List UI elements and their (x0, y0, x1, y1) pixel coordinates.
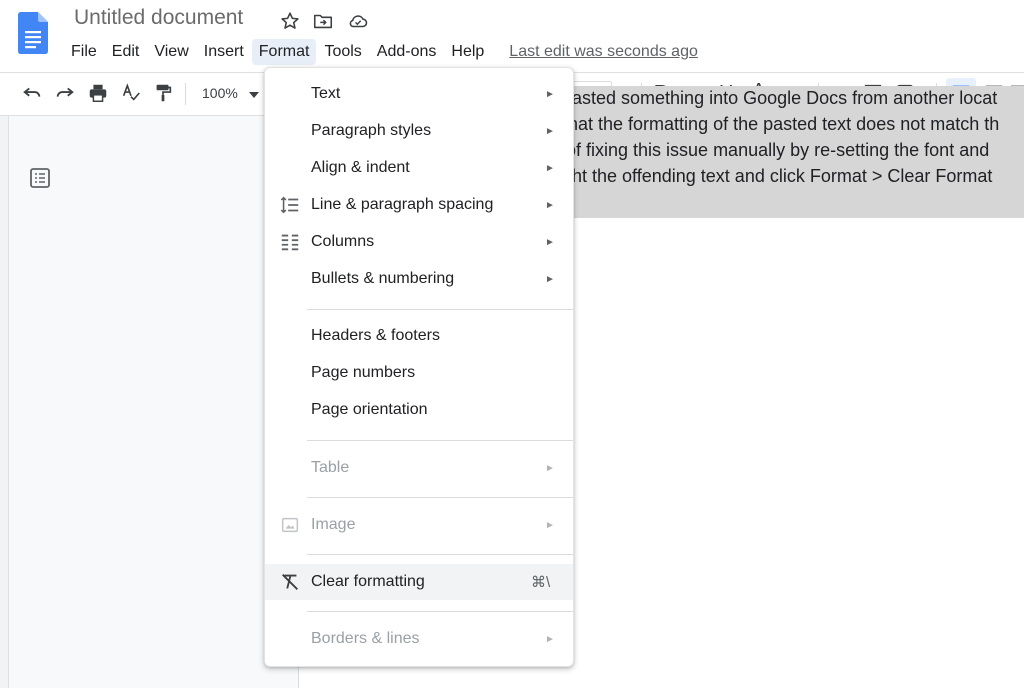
format-menu-item-bullets-numbering[interactable]: Bullets & numbering ► (265, 261, 573, 297)
menu-item-label: Line & paragraph spacing (311, 196, 494, 213)
menu-edit[interactable]: Edit (105, 39, 147, 65)
columns-icon (281, 234, 299, 251)
menu-item-label: Text (311, 85, 341, 102)
submenu-arrow-icon: ► (545, 273, 555, 285)
format-menu-item-columns[interactable]: Columns ► (265, 224, 573, 260)
clear-format-icon (282, 574, 298, 590)
format-menu-item-borders-lines: Borders & lines ► (265, 621, 573, 657)
menu-addons[interactable]: Add-ons (370, 39, 444, 65)
format-menu-item-page-orientation[interactable]: Page orientation (265, 392, 573, 428)
submenu-arrow-icon: ► (545, 633, 555, 645)
document-text-line[interactable]: asted something into Google Docs from an… (572, 88, 997, 109)
format-menu-item-clear-formatting[interactable]: Clear formatting ⌘\ (265, 564, 573, 600)
print-icon[interactable] (85, 80, 111, 106)
submenu-arrow-icon: ► (545, 199, 555, 211)
menu-item-label: Columns (311, 233, 375, 250)
keyboard-shortcut: ⌘\ (531, 574, 551, 591)
format-menu-item-paragraph-styles[interactable]: Paragraph styles ► (265, 113, 573, 149)
document-text-line[interactable]: of fixing this issue manually by re-sett… (566, 140, 989, 161)
vertical-ruler (0, 116, 9, 688)
image-icon (281, 517, 299, 533)
submenu-arrow-icon: ► (545, 462, 555, 474)
format-menu-item-align-indent[interactable]: Align & indent ► (265, 150, 573, 186)
undo-icon[interactable] (19, 80, 45, 106)
cloud-saved-icon[interactable] (347, 10, 369, 32)
move-to-folder-icon[interactable] (312, 10, 334, 32)
menu-item-label: Bullets & numbering (311, 270, 455, 287)
menu-item-label: Image (311, 516, 356, 533)
format-menu-item-text[interactable]: Text ► (265, 76, 573, 112)
menu-divider (307, 554, 573, 555)
menu-file[interactable]: File (64, 39, 104, 65)
line-spacing-icon (280, 196, 299, 214)
menu-item-label: Paragraph styles (311, 122, 432, 139)
docs-header: Untitled document File Edit View Insert … (0, 0, 1024, 72)
format-menu-item-image: Image ► (265, 507, 573, 543)
zoom-select[interactable]: 100% (202, 85, 238, 101)
format-menu-item-page-numbers[interactable]: Page numbers (265, 355, 573, 391)
menu-item-label: Table (311, 459, 350, 476)
paint-format-icon[interactable] (150, 80, 176, 106)
document-text-line[interactable]: nat the formatting of the pasted text do… (568, 114, 999, 135)
format-menu-item-line-spacing[interactable]: Line & paragraph spacing ► (265, 187, 573, 223)
submenu-arrow-icon: ► (545, 236, 555, 248)
selected-text-block[interactable]: asted something into Google Docs from an… (560, 86, 1024, 218)
menu-tools[interactable]: Tools (317, 39, 368, 65)
menu-divider (307, 309, 573, 310)
last-edit-link[interactable]: Last edit was seconds ago (509, 43, 698, 61)
menu-insert[interactable]: Insert (197, 39, 251, 65)
document-text-line[interactable]: ght the offending text and click Format … (562, 166, 992, 187)
submenu-arrow-icon: ► (545, 125, 555, 137)
submenu-arrow-icon: ► (545, 88, 555, 100)
menu-bar: File Edit View Insert Format Tools Add-o… (64, 38, 698, 66)
menu-divider (307, 611, 573, 612)
google-docs-logo-icon[interactable] (18, 12, 48, 54)
menu-item-label: Headers & footers (311, 327, 440, 344)
submenu-arrow-icon: ► (545, 162, 555, 174)
star-icon[interactable] (279, 10, 301, 32)
menu-item-label: Align & indent (311, 159, 410, 176)
menu-divider (307, 497, 573, 498)
document-title[interactable]: Untitled document (74, 6, 243, 30)
menu-item-label: Page numbers (311, 364, 416, 381)
menu-view[interactable]: View (147, 39, 195, 65)
menu-format[interactable]: Format (251, 39, 317, 65)
menu-help[interactable]: Help (444, 39, 491, 65)
menu-divider (307, 440, 573, 441)
toolbar-divider (185, 83, 186, 105)
format-menu-item-table: Table ► (265, 450, 573, 486)
document-outline-panel (9, 132, 297, 688)
format-menu-item-headers-footers[interactable]: Headers & footers (265, 318, 573, 354)
menu-item-label: Borders & lines (311, 630, 420, 647)
chevron-down-icon[interactable] (249, 91, 259, 99)
document-outline-icon[interactable] (28, 166, 52, 190)
menu-item-label: Clear formatting (311, 573, 425, 590)
submenu-arrow-icon: ► (545, 519, 555, 531)
spellcheck-icon[interactable] (118, 80, 144, 106)
menu-item-label: Page orientation (311, 401, 428, 418)
format-menu-dropdown: Text ► Paragraph styles ► Align & indent… (264, 67, 574, 667)
redo-icon[interactable] (52, 80, 78, 106)
